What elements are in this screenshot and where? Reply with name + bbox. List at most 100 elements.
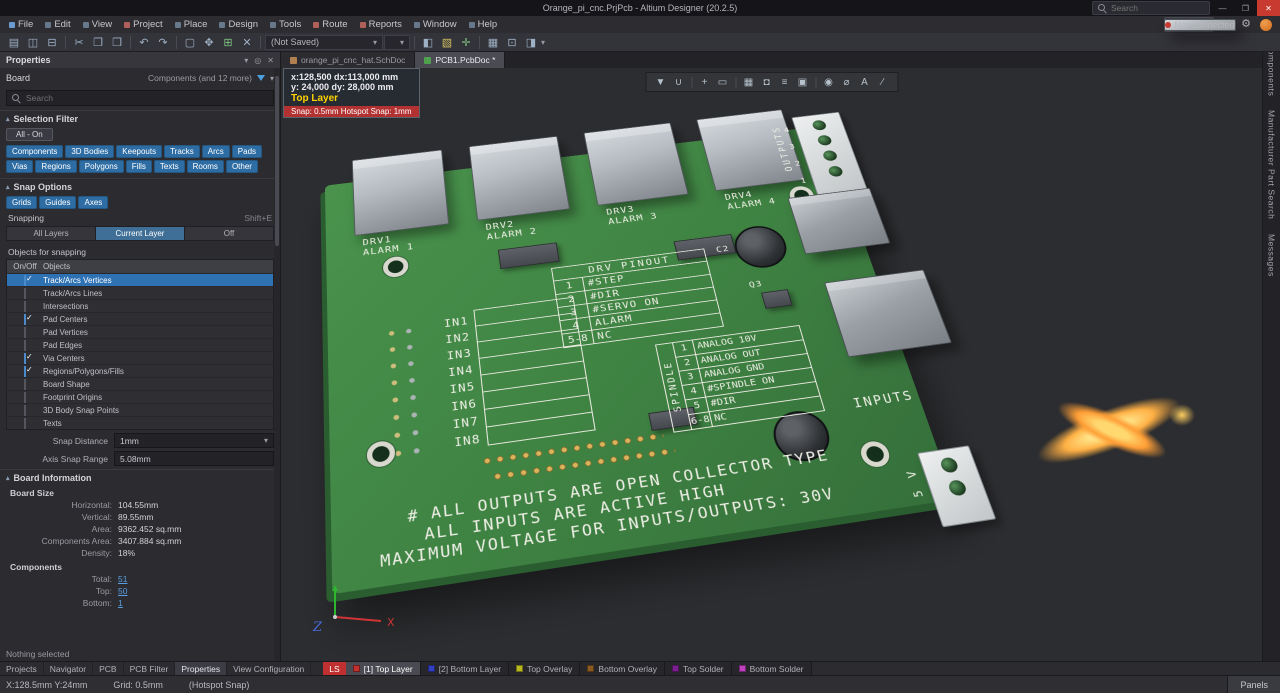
checkbox[interactable] <box>24 340 26 351</box>
filter-polygons-button[interactable]: Polygons <box>79 160 124 173</box>
layer-set-button[interactable]: LS <box>323 662 345 675</box>
filter-vias-button[interactable]: Vias <box>6 160 33 173</box>
all-on-button[interactable]: All - On <box>6 128 53 141</box>
panel-tab-view-configuration[interactable]: View Configuration <box>227 662 311 675</box>
user-avatar[interactable] <box>1260 19 1272 31</box>
checkbox[interactable] <box>24 366 26 377</box>
table-row[interactable]: Track/Arcs Vertices <box>7 273 273 286</box>
tab-messages[interactable]: Messages <box>1267 234 1277 277</box>
table-row[interactable]: 3D Body Snap Points <box>7 403 273 416</box>
table-row[interactable]: Track/Arcs Lines <box>7 286 273 299</box>
section-selection-filter[interactable]: ▴ Selection Filter <box>0 110 280 126</box>
undo-icon[interactable]: ↶ <box>135 34 153 50</box>
align-icon[interactable]: ⊞ <box>219 34 237 50</box>
checkbox[interactable] <box>24 392 26 403</box>
menu-project[interactable]: Project <box>118 16 169 33</box>
panel-tab-pcb-filter[interactable]: PCB Filter <box>124 662 176 675</box>
filter-rooms-button[interactable]: Rooms <box>187 160 224 173</box>
panel-scrollbar[interactable] <box>274 68 280 661</box>
layer-tab-bottom-overlay[interactable]: Bottom Overlay <box>580 662 665 675</box>
menu-window[interactable]: Window <box>408 16 463 33</box>
checkbox[interactable] <box>24 353 26 364</box>
table-row[interactable]: Footprint Origins <box>7 390 273 403</box>
menu-view[interactable]: View <box>77 16 118 33</box>
table-row[interactable]: Via Centers <box>7 351 273 364</box>
snap-grids-button[interactable]: Grids <box>6 196 37 209</box>
global-search[interactable] <box>1092 1 1210 15</box>
tab-manufacturer-part-search[interactable]: Manufacturer Part Search <box>1267 110 1277 219</box>
variant-combo[interactable]: (Not Saved)▾ <box>265 35 383 50</box>
redo-icon[interactable]: ↷ <box>154 34 172 50</box>
table-row[interactable]: Pad Vertices <box>7 325 273 338</box>
menu-reports[interactable]: Reports <box>354 16 408 33</box>
select-icon[interactable]: ▢ <box>181 34 199 50</box>
print-icon[interactable]: ⊟ <box>43 34 61 50</box>
menu-design[interactable]: Design <box>213 16 264 33</box>
snap-grid-icon[interactable]: ⊡ <box>503 34 521 50</box>
bottom-count-link[interactable]: 1 <box>118 598 123 608</box>
filter-icon[interactable]: ▼ <box>653 75 668 89</box>
layer-tab-top-solder[interactable]: Top Solder <box>665 662 732 675</box>
paste-icon[interactable]: ❒ <box>108 34 126 50</box>
layers-icon[interactable]: ≡ <box>777 75 792 89</box>
checkbox[interactable] <box>24 418 26 429</box>
filter-components-button[interactable]: Components <box>6 145 63 158</box>
tab-schdoc[interactable]: orange_pi_cnc_hat.SchDoc <box>281 52 415 68</box>
silkscreen-label[interactable]: C2 <box>715 244 731 256</box>
filter-texts-button[interactable]: Texts <box>154 160 185 173</box>
layer-tab-top[interactable]: [1] Top Layer <box>346 662 421 675</box>
pin-icon[interactable]: ◎ <box>254 56 261 65</box>
segment-all-layers[interactable]: All Layers <box>7 227 96 240</box>
menu-place[interactable]: Place <box>169 16 214 33</box>
table-row[interactable]: Board Shape <box>7 377 273 390</box>
snap-distance-select[interactable]: 1mm▾ <box>114 433 274 448</box>
filter-pads-button[interactable]: Pads <box>232 145 262 158</box>
line-icon[interactable]: ∕ <box>875 75 890 89</box>
section-board-information[interactable]: ▴ Board Information <box>0 469 280 485</box>
filter-keepouts-button[interactable]: Keepouts <box>116 145 162 158</box>
table-row[interactable]: Regions/Polygons/Fills <box>7 364 273 377</box>
measure-icon[interactable]: ⌀ <box>839 75 854 89</box>
layer-tab-bottom-solder[interactable]: Bottom Solder <box>732 662 812 675</box>
pcb-3d-viewport[interactable]: x:128,500 dx:113,000 mm y: 24,000 dy: 28… <box>281 68 1262 661</box>
layer-tab-top-overlay[interactable]: Top Overlay <box>509 662 580 675</box>
open-document-icon[interactable]: ▤ <box>5 34 23 50</box>
table-row[interactable]: Pad Edges <box>7 338 273 351</box>
layer-tab-bottom[interactable]: [2] Bottom Layer <box>421 662 509 675</box>
menu-tools[interactable]: Tools <box>264 16 307 33</box>
panel-search[interactable] <box>6 90 274 106</box>
cross-probe-icon[interactable]: ✛ <box>457 34 475 50</box>
panel-tab-pcb[interactable]: PCB <box>93 662 123 675</box>
snap-guides-button[interactable]: Guides <box>39 196 76 209</box>
close-icon[interactable]: ✕ <box>267 56 274 65</box>
table-row[interactable]: Intersections <box>7 299 273 312</box>
rect-select-icon[interactable]: ▭ <box>715 75 730 89</box>
components-scope-label[interactable]: Components (and 12 more) <box>148 73 252 83</box>
checkbox[interactable] <box>24 301 26 312</box>
menu-file[interactable]: File <box>3 16 39 33</box>
settings-gear-icon[interactable]: ⚙ <box>1241 19 1251 30</box>
checkbox[interactable] <box>24 288 26 299</box>
scrollbar-thumb[interactable] <box>275 76 279 246</box>
pads-icon[interactable]: ◘ <box>759 75 774 89</box>
filter-other-button[interactable]: Other <box>226 160 258 173</box>
filter-tracks-button[interactable]: Tracks <box>164 145 200 158</box>
panel-tab-navigator[interactable]: Navigator <box>44 662 93 675</box>
checkbox[interactable] <box>24 275 26 286</box>
menu-edit[interactable]: Edit <box>39 16 76 33</box>
5v-terminal-block[interactable] <box>917 445 996 527</box>
chevron-down-icon[interactable]: ▾ <box>541 38 545 47</box>
segment-off[interactable]: Off <box>185 227 273 240</box>
menu-route[interactable]: Route <box>307 16 353 33</box>
filter-3dbodies-button[interactable]: 3D Bodies <box>65 145 114 158</box>
cut-icon[interactable]: ✂ <box>70 34 88 50</box>
power-connector[interactable] <box>824 269 952 357</box>
total-count-link[interactable]: 51 <box>118 574 127 584</box>
connection-status[interactable]: Not Connected <box>1164 19 1236 31</box>
checkbox[interactable] <box>24 327 26 338</box>
grid-icon[interactable]: ▦ <box>741 75 756 89</box>
filter-fills-button[interactable]: Fills <box>126 160 152 173</box>
chevron-down-icon[interactable]: ▾ <box>244 56 248 65</box>
board-view-icon[interactable]: ◧ <box>419 34 437 50</box>
panel-tab-properties[interactable]: Properties <box>175 662 227 675</box>
